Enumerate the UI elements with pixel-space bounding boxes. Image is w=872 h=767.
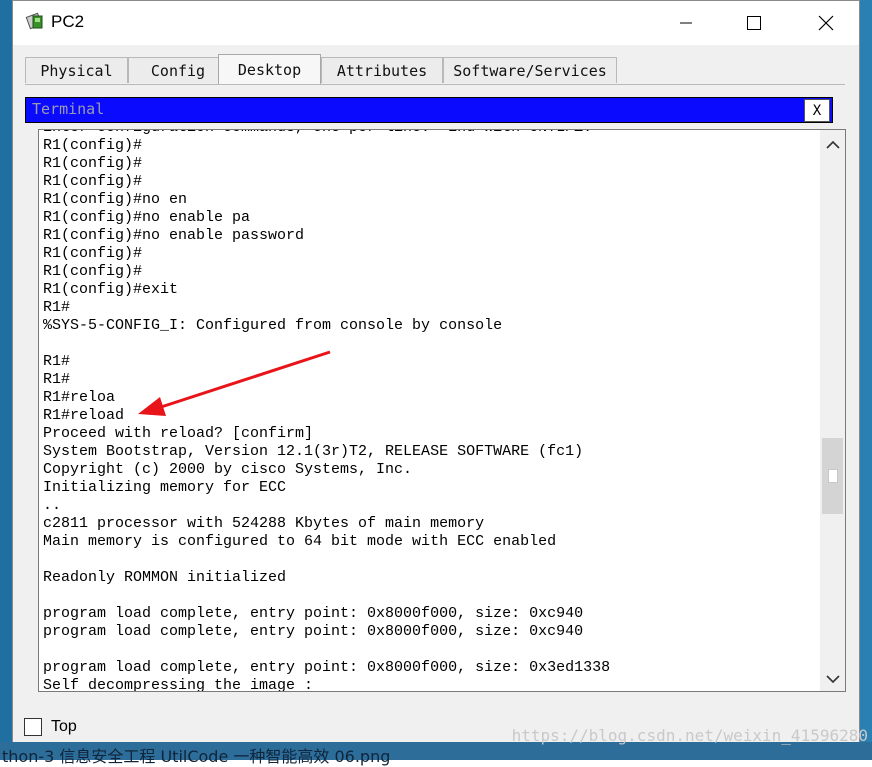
terminal-line: program load complete, entry point: 0x80… [43, 659, 611, 676]
terminal-line: R1#reloa [43, 389, 116, 406]
close-button[interactable] [803, 1, 849, 45]
terminal-line: Readonly ROMMON initialized [43, 569, 287, 586]
terminal-line: Initializing memory for ECC [43, 479, 287, 496]
tab-desktop[interactable]: Desktop [218, 54, 321, 85]
tab-bar: Physical Config Desktop Attributes Softw… [25, 54, 665, 85]
title-bar[interactable]: PC2 [13, 1, 859, 45]
scroll-up-button[interactable] [820, 132, 845, 158]
tab-physical[interactable]: Physical [25, 57, 128, 83]
terminal-line: Proceed with reload? [confirm] [43, 425, 314, 442]
terminal-line: R1# [43, 371, 71, 388]
desktop-file-labels: thon-3 信息安全工程 UtilCode 一种智能高效 06.png [2, 747, 391, 766]
terminal-line: R1(config)#no enable pa [43, 209, 251, 226]
pc2-window: PC2 Physical Config Desktop Attributes S… [12, 0, 860, 744]
terminal-line: R1# [43, 299, 71, 316]
terminal-line: R1(config)# [43, 263, 143, 280]
top-checkbox-label: Top [51, 718, 77, 735]
terminal-line: System Bootstrap, Version 12.1(3r)T2, RE… [43, 443, 584, 460]
pc-app-icon [25, 12, 43, 30]
desktop-background-left [0, 0, 12, 760]
scrollbar-thumb[interactable] [822, 438, 843, 514]
terminal-line: R1# [43, 353, 71, 370]
scroll-down-button[interactable] [820, 666, 845, 691]
terminal-line: R1#reload [43, 407, 125, 424]
terminal-line: Copyright (c) 2000 by cisco Systems, Inc… [43, 461, 413, 478]
terminal-line: Enter configuration commands, one per li… [43, 130, 813, 137]
terminal-line: .. [43, 497, 62, 514]
terminal-line: R1(config)# [43, 173, 143, 190]
terminal-line: R1(config)# [43, 155, 143, 172]
terminal-title: Terminal [32, 100, 105, 118]
terminal-line: c2811 processor with 524288 Kbytes of ma… [43, 515, 485, 532]
terminal-line: R1(config)# [43, 137, 143, 154]
terminal-scrollbar[interactable] [820, 130, 845, 691]
terminal-line: program load complete, entry point: 0x80… [43, 605, 584, 622]
terminal-title-bar: Terminal [25, 97, 833, 123]
window-title: PC2 [51, 12, 85, 31]
scrollbar-thumb-grip [828, 469, 838, 483]
terminal-line: Main memory is configured to 64 bit mode… [43, 533, 557, 550]
minimize-icon [680, 22, 692, 24]
terminal-line: program load complete, entry point: 0x80… [43, 623, 584, 640]
terminal-line: R1(config)#no enable password [43, 227, 305, 244]
top-checkbox[interactable] [24, 718, 42, 736]
terminal-line: R1(config)# [43, 245, 143, 262]
tab-software-services[interactable]: Software/Services [443, 57, 617, 83]
watermark-text: https://blog.csdn.net/weixin_41596280 [511, 726, 868, 745]
maximize-icon [747, 16, 761, 30]
tab-attributes[interactable]: Attributes [321, 57, 443, 83]
terminal-line: %SYS-5-CONFIG_I: Configured from console… [43, 317, 503, 334]
desktop-taskbar-strip: thon-3 信息安全工程 UtilCode 一种智能高效 06.png htt… [0, 726, 872, 766]
minimize-button[interactable] [663, 1, 709, 45]
terminal-line: Self decompressing the image : [43, 677, 314, 692]
terminal-close-button[interactable]: X [804, 99, 830, 122]
chevron-up-icon [825, 140, 840, 149]
terminal-line: R1(config)#exit [43, 281, 179, 298]
terminal-line: R1(config)#no en [43, 191, 188, 208]
maximize-button[interactable] [731, 1, 777, 45]
desktop-background-right [860, 0, 872, 760]
terminal-output[interactable]: Enter configuration commands, one per li… [38, 129, 846, 692]
tab-config[interactable]: Config [128, 57, 228, 83]
close-icon [818, 15, 834, 31]
terminal-text: Enter configuration commands, one per li… [43, 130, 813, 692]
chevron-down-icon [825, 675, 840, 684]
